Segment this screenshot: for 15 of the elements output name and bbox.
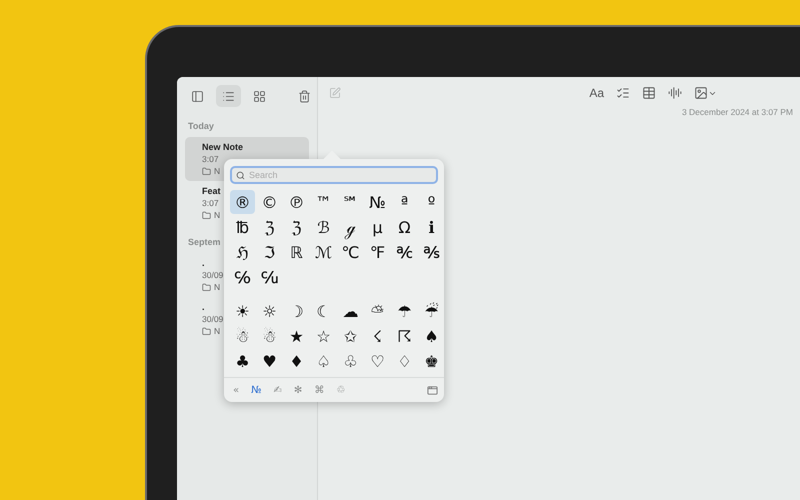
- note-date: 3 December 2024 at 3:07 PM: [682, 107, 793, 117]
- folder-name: N: [214, 282, 220, 292]
- note-title: New Note: [202, 142, 244, 152]
- note-title: .: [202, 302, 205, 312]
- note-time: 30/09: [202, 270, 224, 280]
- section-title: Today: [187, 120, 214, 133]
- folder-name: N: [214, 166, 220, 176]
- section-title: Septem: [187, 236, 221, 249]
- note-title: .: [202, 258, 205, 268]
- note-time: 3:07: [202, 198, 219, 208]
- note-title: Feat: [202, 186, 221, 196]
- note-time: 30/09: [202, 314, 224, 324]
- note-time: 3:07: [202, 154, 219, 164]
- folder-name: N: [214, 326, 220, 336]
- folder-name: N: [214, 210, 220, 220]
